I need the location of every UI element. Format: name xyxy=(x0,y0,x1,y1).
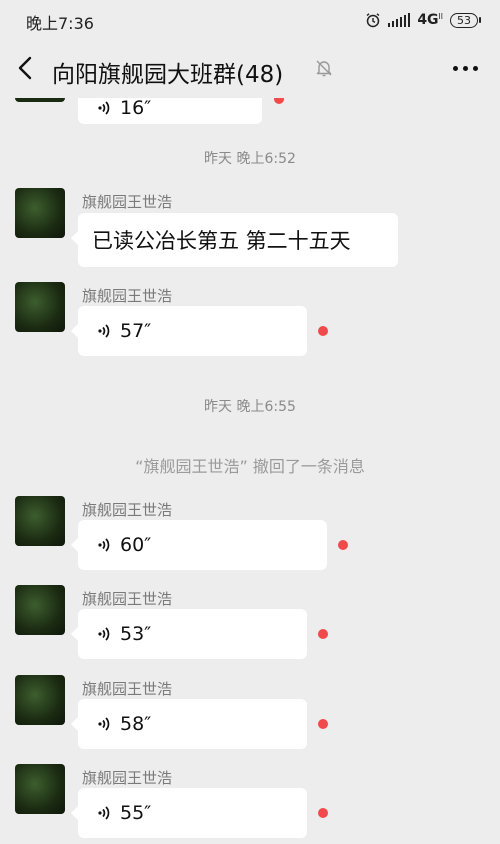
unread-dot xyxy=(338,540,348,550)
alarm-icon xyxy=(365,12,381,28)
battery-icon: 53 xyxy=(450,12,481,28)
voice-message-bubble[interactable]: 16″ xyxy=(78,98,262,124)
unread-dot xyxy=(318,629,328,639)
text-message-bubble[interactable]: 已读公冶长第五 第二十五天 xyxy=(71,213,398,267)
status-time: 晚上7:36 xyxy=(26,14,94,33)
network-label: 4Gll xyxy=(417,12,443,28)
sender-name: 旗舰园王世浩 xyxy=(82,680,173,698)
voice-message-bubble[interactable]: 58″ xyxy=(71,699,307,749)
status-bar: 晚上7:36 4Gll 53 xyxy=(0,0,500,40)
voice-duration: 53″ xyxy=(120,623,152,645)
avatar[interactable] xyxy=(15,496,65,546)
chat-title: 向阳旗舰园大班群(48) xyxy=(52,62,284,88)
voice-wave-icon xyxy=(96,322,114,340)
voice-duration: 57″ xyxy=(120,320,152,342)
voice-duration: 16″ xyxy=(120,98,152,119)
unread-dot xyxy=(274,98,284,104)
avatar[interactable] xyxy=(15,188,65,238)
voice-duration: 55″ xyxy=(120,802,152,824)
avatar[interactable] xyxy=(15,98,65,102)
sender-name: 旗舰园王世浩 xyxy=(82,590,173,608)
voice-wave-icon xyxy=(96,99,114,117)
unread-dot xyxy=(318,808,328,818)
voice-message-bubble[interactable]: 60″ xyxy=(71,520,327,570)
voice-message-bubble[interactable]: 57″ xyxy=(71,306,307,356)
recall-notice: “旗舰园王世浩” 撤回了一条消息 xyxy=(135,457,365,476)
mute-bell-icon xyxy=(314,58,334,78)
unread-dot xyxy=(318,719,328,729)
sender-name: 旗舰园王世浩 xyxy=(82,287,173,305)
voice-wave-icon xyxy=(96,804,114,822)
voice-wave-icon xyxy=(96,536,114,554)
chat-area[interactable]: 16″ 昨天 晚上6:52 旗舰园王世浩 已读公冶长第五 第二十五天 旗舰园王世… xyxy=(0,98,500,844)
sender-name: 旗舰园王世浩 xyxy=(82,193,173,211)
voice-wave-icon xyxy=(96,715,114,733)
status-icons: 4Gll 53 xyxy=(365,9,481,31)
sender-name: 旗舰园王世浩 xyxy=(82,501,173,519)
timestamp: 昨天 晚上6:52 xyxy=(204,151,296,167)
more-options-icon[interactable] xyxy=(453,66,478,71)
voice-message-bubble[interactable]: 55″ xyxy=(71,788,307,838)
timestamp: 昨天 晚上6:55 xyxy=(204,399,296,415)
voice-duration: 60″ xyxy=(120,534,152,556)
avatar[interactable] xyxy=(15,282,65,332)
chat-header: 向阳旗舰园大班群(48) xyxy=(0,40,500,98)
message-text: 已读公冶长第五 第二十五天 xyxy=(92,229,351,253)
back-icon[interactable] xyxy=(14,54,38,82)
avatar[interactable] xyxy=(15,675,65,725)
signal-icon xyxy=(388,13,411,27)
avatar[interactable] xyxy=(15,764,65,814)
unread-dot xyxy=(318,326,328,336)
voice-wave-icon xyxy=(96,625,114,643)
voice-duration: 58″ xyxy=(120,713,152,735)
voice-message-bubble[interactable]: 53″ xyxy=(71,609,307,659)
avatar[interactable] xyxy=(15,585,65,635)
sender-name: 旗舰园王世浩 xyxy=(82,769,173,787)
